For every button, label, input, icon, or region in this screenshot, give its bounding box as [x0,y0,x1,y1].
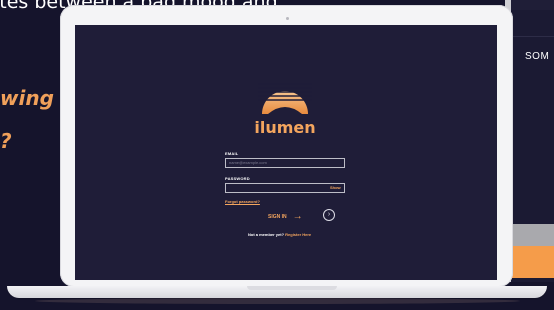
forgot-password-link[interactable]: Forgot password? [225,199,260,204]
password-label: PASSWORD [225,176,250,181]
section-label: SOM [525,51,550,62]
camera-icon [286,17,289,20]
device-gray-band [511,224,554,246]
register-link[interactable]: Register Here [285,232,311,237]
laptop-notch [247,286,337,290]
sign-in-label: SIGN IN [268,214,287,220]
background-accent-line-2: ? [0,129,12,153]
laptop-screen [75,25,497,280]
arrow-right-icon: → [292,211,303,222]
email-label: EMAIL [225,151,239,156]
laptop-base [7,286,547,298]
show-password-button[interactable]: Show [330,185,341,190]
circle-arrow-icon[interactable]: › [323,209,335,221]
register-prompt-line: Not a member yet? Register Here [248,232,311,237]
background-accent-line-1: wing [0,86,54,110]
device-header [511,0,554,10]
register-prompt: Not a member yet? [248,232,285,237]
laptop-shadow [35,298,520,304]
device-orange-bar [511,246,554,278]
sun-logo-icon [258,83,312,114]
brand-name: ilumen [254,118,316,137]
sign-in-button[interactable]: SIGN IN → [268,211,303,222]
email-field[interactable]: name@example.com [225,158,345,168]
password-field[interactable] [225,183,345,193]
device-divider [511,36,554,37]
